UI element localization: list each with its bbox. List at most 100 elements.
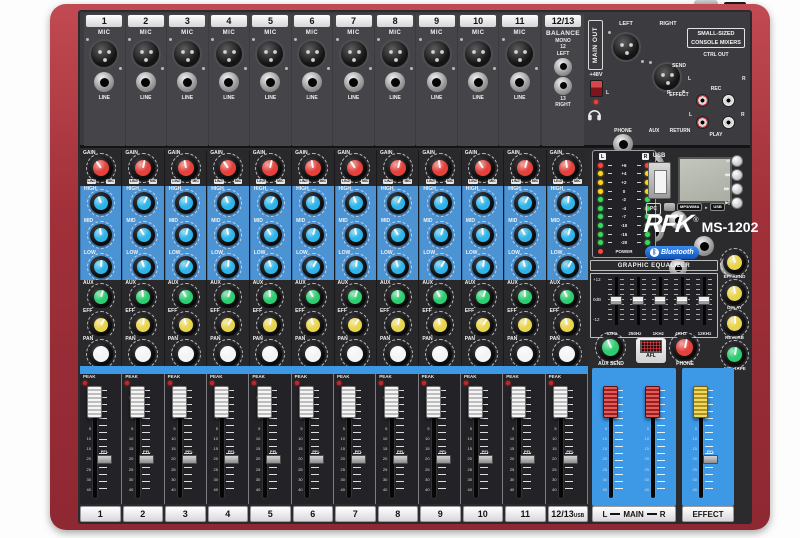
low-knob[interactable]	[175, 256, 197, 278]
pfl-button[interactable]	[309, 455, 324, 464]
eq-slider-handle[interactable]	[632, 296, 644, 305]
gain-knob[interactable]	[471, 156, 495, 180]
high-knob[interactable]	[90, 192, 112, 214]
mid-knob[interactable]	[175, 224, 197, 246]
low-knob[interactable]	[514, 256, 536, 278]
fader-handle[interactable]	[645, 386, 660, 418]
aux-tape-knob[interactable]	[723, 343, 746, 366]
mid-knob[interactable]	[557, 224, 579, 246]
pfl-button[interactable]	[703, 455, 718, 464]
mid-knob[interactable]	[345, 224, 367, 246]
gain-knob[interactable]	[131, 156, 155, 180]
pan-knob[interactable]	[301, 342, 325, 366]
pan-knob[interactable]	[174, 342, 198, 366]
eff-knob[interactable]	[90, 314, 112, 336]
eff-knob[interactable]	[429, 314, 451, 336]
eff-send-knob[interactable]	[723, 251, 746, 274]
fader-handle[interactable]	[257, 386, 272, 418]
fader-handle[interactable]	[384, 386, 399, 418]
aux-knob[interactable]	[429, 286, 451, 308]
aux-knob[interactable]	[259, 286, 281, 308]
aux-knob[interactable]	[387, 286, 409, 308]
gain-knob[interactable]	[513, 156, 537, 180]
eq-slider-handle[interactable]	[610, 296, 622, 305]
eq-slider-handle[interactable]	[676, 296, 688, 305]
fader-handle[interactable]	[693, 386, 708, 418]
eq-band-slider[interactable]	[608, 277, 624, 325]
pan-knob[interactable]	[555, 342, 579, 366]
pfl-button[interactable]	[393, 455, 408, 464]
low-knob[interactable]	[387, 256, 409, 278]
phantom-power-switch[interactable]	[590, 80, 603, 97]
pfl-button[interactable]	[351, 455, 366, 464]
next-button[interactable]	[731, 183, 743, 195]
fader-handle[interactable]	[341, 386, 356, 418]
gain-knob[interactable]	[386, 156, 410, 180]
pfl-button[interactable]	[224, 455, 239, 464]
eff-knob[interactable]	[514, 314, 536, 336]
eff-knob[interactable]	[259, 314, 281, 336]
afl-button[interactable]: AFL	[636, 338, 666, 363]
fader-handle[interactable]	[214, 386, 229, 418]
pfl-button[interactable]	[478, 455, 493, 464]
delay-knob[interactable]	[723, 282, 746, 305]
mid-knob[interactable]	[387, 224, 409, 246]
previous-button[interactable]	[731, 169, 743, 181]
pfl-button[interactable]	[266, 455, 281, 464]
high-knob[interactable]	[133, 192, 155, 214]
repeat-button[interactable]	[731, 155, 743, 167]
reverb-knob[interactable]	[723, 312, 746, 335]
fader-handle[interactable]	[603, 386, 618, 418]
eff-knob[interactable]	[132, 314, 154, 336]
gain-knob[interactable]	[258, 156, 282, 180]
aux-knob[interactable]	[132, 286, 154, 308]
fader-handle[interactable]	[87, 386, 102, 418]
high-knob[interactable]	[387, 192, 409, 214]
high-knob[interactable]	[557, 192, 579, 214]
pfl-button[interactable]	[436, 455, 451, 464]
aux-knob[interactable]	[217, 286, 239, 308]
aux-knob[interactable]	[175, 286, 197, 308]
high-knob[interactable]	[345, 192, 367, 214]
high-knob[interactable]	[514, 192, 536, 214]
gain-knob[interactable]	[174, 156, 198, 180]
mid-knob[interactable]	[217, 224, 239, 246]
pan-knob[interactable]	[131, 342, 155, 366]
high-knob[interactable]	[430, 192, 452, 214]
eff-knob[interactable]	[556, 314, 578, 336]
aux-knob[interactable]	[556, 286, 578, 308]
mid-knob[interactable]	[133, 224, 155, 246]
pfl-button[interactable]	[182, 455, 197, 464]
high-knob[interactable]	[260, 192, 282, 214]
eff-knob[interactable]	[387, 314, 409, 336]
eq-slider-handle[interactable]	[654, 296, 666, 305]
fader-handle[interactable]	[172, 386, 187, 418]
pfl-button[interactable]	[563, 455, 578, 464]
pan-knob[interactable]	[428, 342, 452, 366]
fader-handle[interactable]	[299, 386, 314, 418]
eq-band-slider[interactable]	[696, 277, 712, 325]
gain-knob[interactable]	[301, 156, 325, 180]
high-knob[interactable]	[472, 192, 494, 214]
gain-knob[interactable]	[216, 156, 240, 180]
pfl-button[interactable]	[97, 455, 112, 464]
low-knob[interactable]	[345, 256, 367, 278]
pan-knob[interactable]	[471, 342, 495, 366]
pan-knob[interactable]	[258, 342, 282, 366]
fader-handle[interactable]	[130, 386, 145, 418]
gain-knob[interactable]	[428, 156, 452, 180]
gain-knob[interactable]	[555, 156, 579, 180]
eff-knob[interactable]	[302, 314, 324, 336]
aux-knob[interactable]	[90, 286, 112, 308]
aux-knob[interactable]	[514, 286, 536, 308]
low-knob[interactable]	[260, 256, 282, 278]
pan-knob[interactable]	[513, 342, 537, 366]
eq-band-slider[interactable]	[630, 277, 646, 325]
mid-knob[interactable]	[514, 224, 536, 246]
phone-knob[interactable]	[672, 335, 697, 360]
mid-knob[interactable]	[472, 224, 494, 246]
pan-knob[interactable]	[89, 342, 113, 366]
eq-band-slider[interactable]	[674, 277, 690, 325]
mid-knob[interactable]	[90, 224, 112, 246]
low-knob[interactable]	[430, 256, 452, 278]
